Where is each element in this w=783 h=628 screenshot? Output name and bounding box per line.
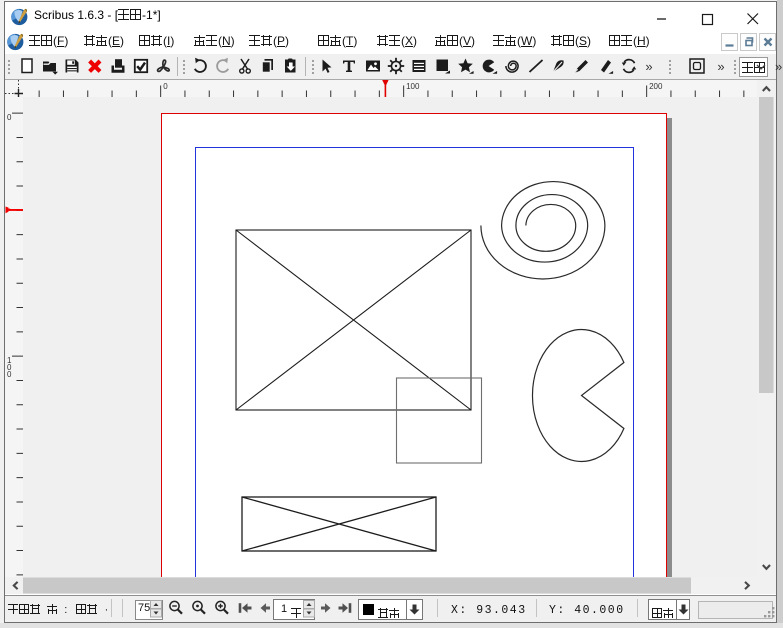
svg-text:0: 0 [7,113,12,122]
svg-text:0: 0 [163,82,168,91]
svg-text:0: 0 [7,370,12,379]
svg-text:200: 200 [649,82,663,91]
svg-text:100: 100 [406,82,420,91]
